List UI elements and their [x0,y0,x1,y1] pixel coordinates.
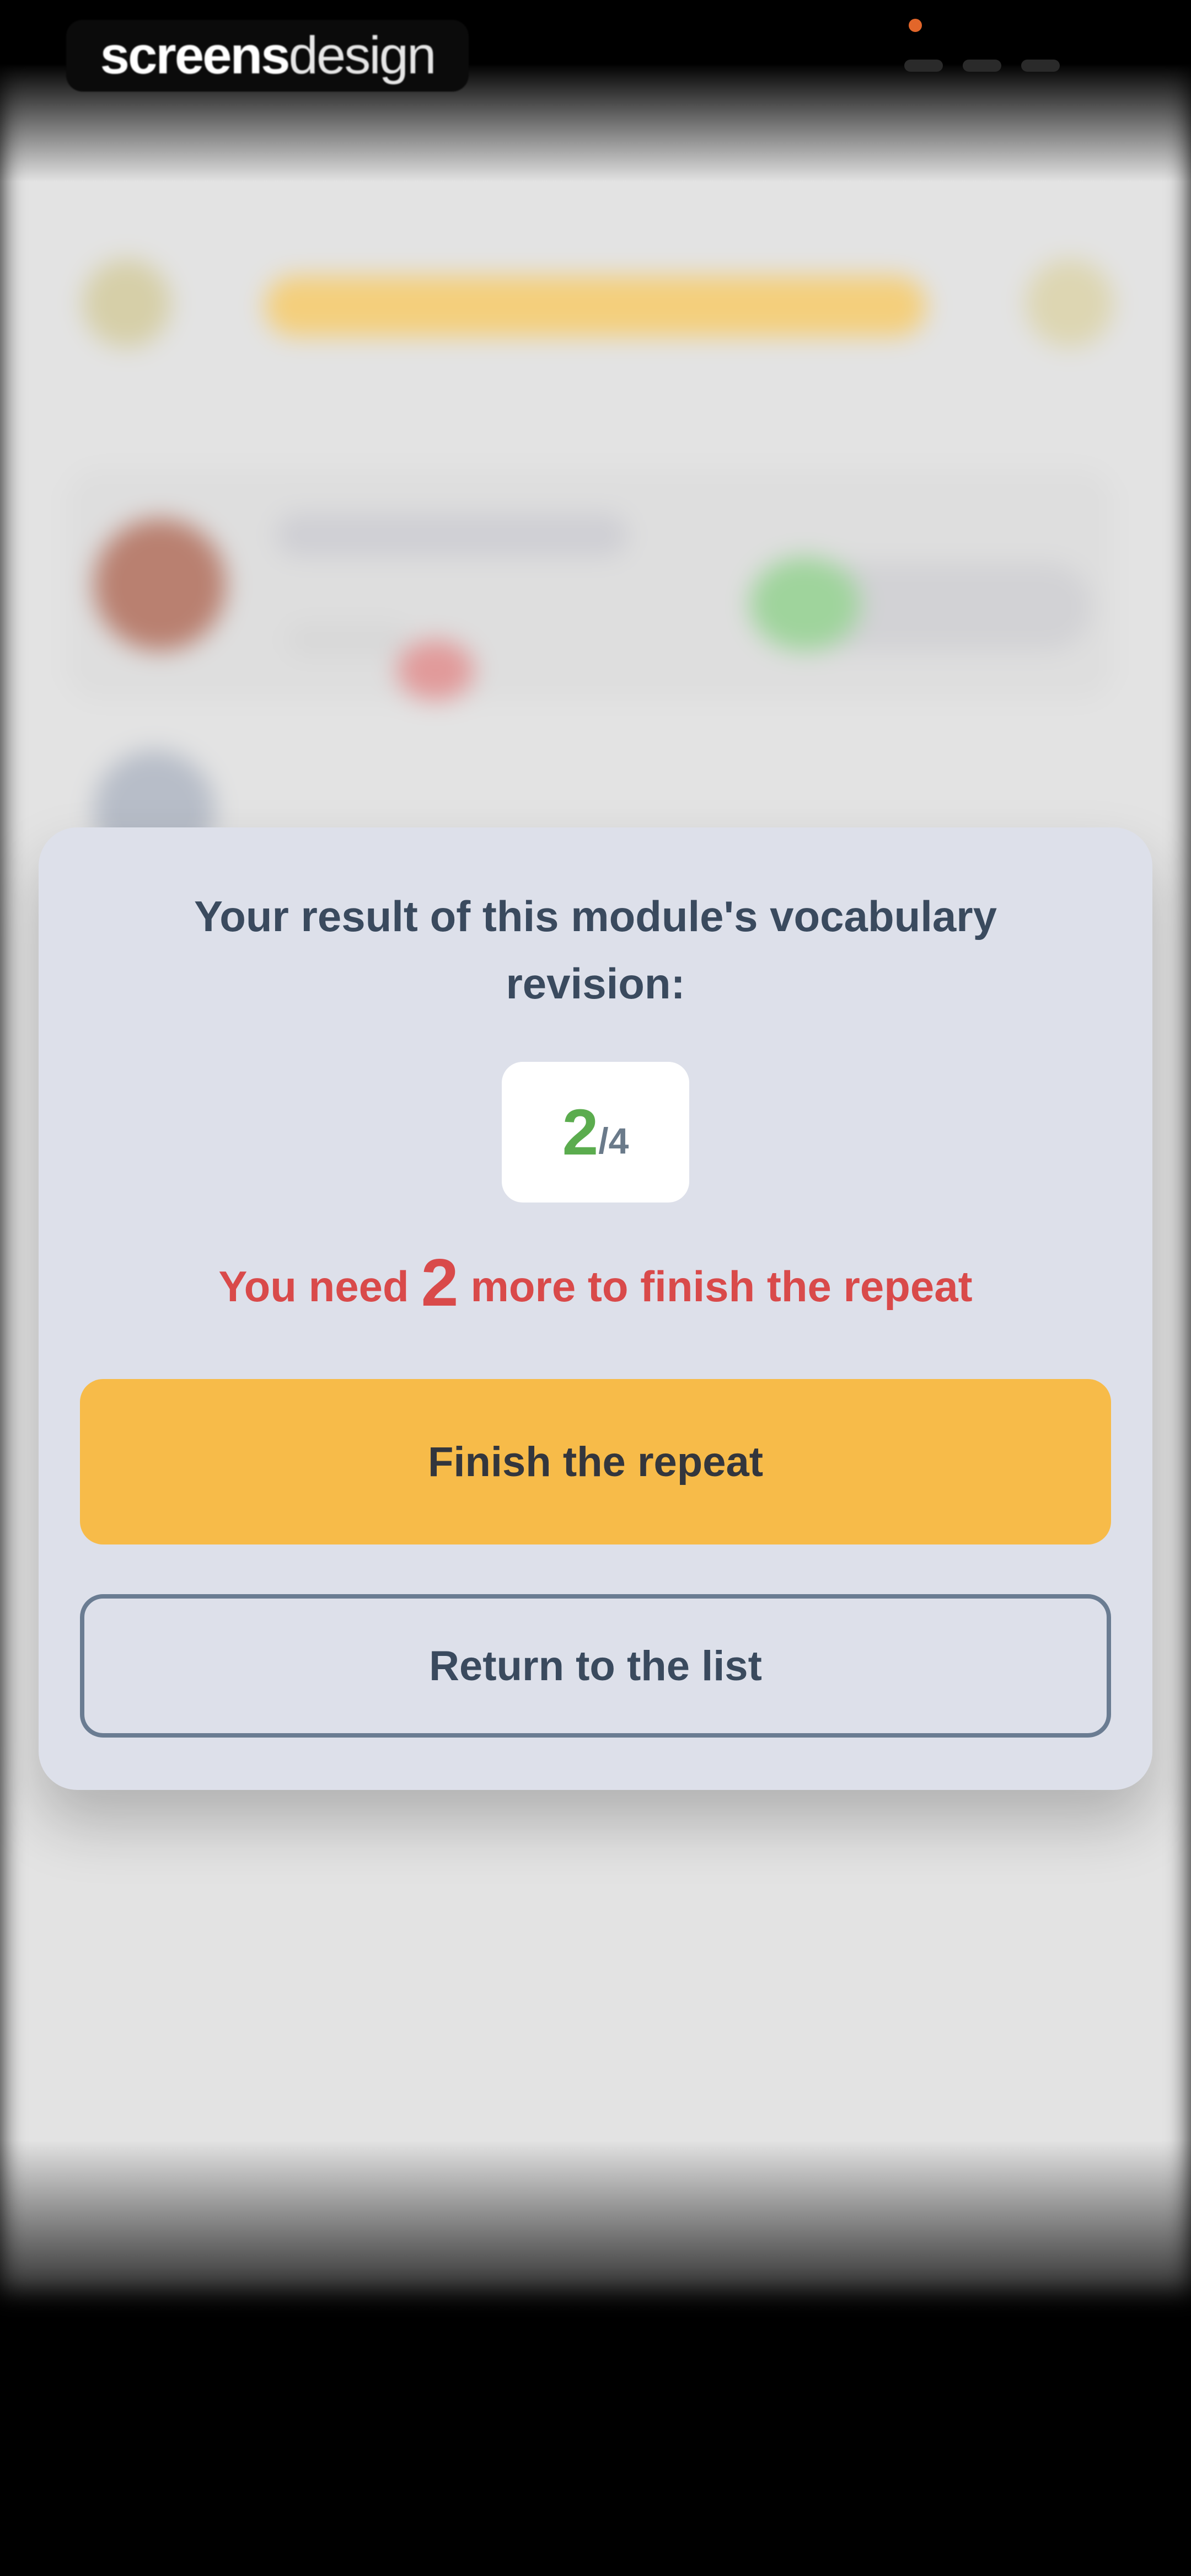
return-to-list-button[interactable]: Return to the list [80,1594,1111,1738]
progress-bar [265,276,926,336]
wifi-icon [963,60,1001,72]
screen: screens design Your result of this module… [0,0,1191,2576]
brand-logo-light: design [288,26,437,85]
placeholder-text-line [276,513,629,557]
status-dot-green [750,557,860,651]
finish-repeat-button[interactable]: Finish the repeat [80,1379,1111,1544]
recording-indicator-icon [909,19,922,32]
status-icons [904,60,1060,72]
remaining-message: You need 2 more to finish the repeat [39,1244,1152,1321]
score-separator: / [598,1120,609,1161]
placeholder-text-line [287,623,408,656]
remaining-prefix: You need [218,1262,409,1311]
score-total: 4 [608,1120,629,1161]
brand-logo-bold: screens [100,26,291,85]
avatar [94,519,226,651]
result-dialog: Your result of this module's vocabulary … [39,827,1152,1790]
bottom-shade [0,2140,1191,2576]
signal-icon [904,60,943,72]
back-icon [83,259,171,348]
settings-icon [1026,259,1114,348]
dialog-title: Your result of this module's vocabulary … [194,892,997,1008]
remaining-suffix: more to finish the repeat [470,1262,973,1311]
status-dot-red [397,640,474,701]
battery-icon [1021,60,1060,72]
brand-logo: screens design [66,20,469,92]
remaining-count: 2 [421,1245,459,1320]
score-box: 2/4 [502,1062,689,1203]
score-correct: 2 [562,1095,599,1169]
